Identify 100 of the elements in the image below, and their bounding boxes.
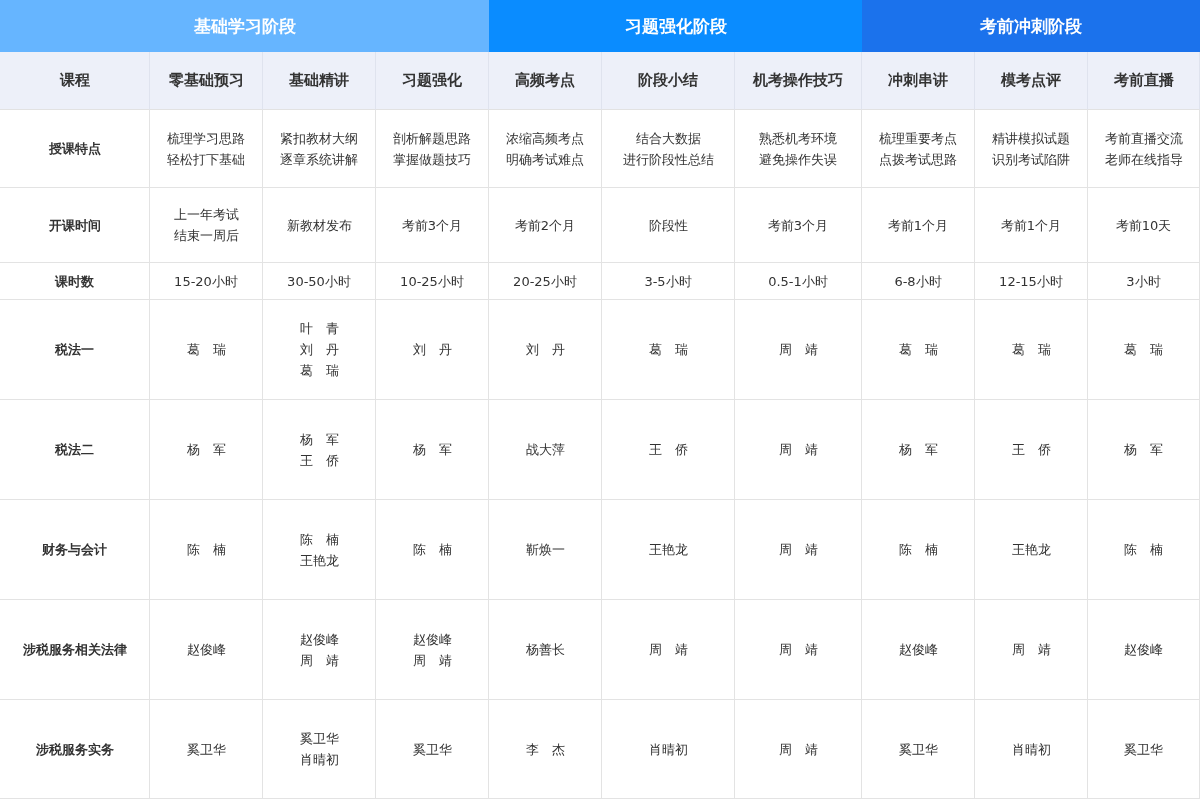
cell-text: 陈 楠 — [898, 541, 938, 559]
cell-text: 精讲模拟试题 — [992, 129, 1070, 148]
cell-text: 葛 瑞 — [186, 341, 226, 359]
cell-text: 考前3个月 — [767, 216, 829, 235]
cell-text: 杨 军 — [898, 441, 938, 459]
cell-text: 避免操作失误 — [759, 150, 837, 169]
cell-text: 识别考试陷阱 — [992, 150, 1070, 169]
cell-text: 逐章系统讲解 — [280, 150, 358, 169]
cell-text: 赵俊峰 — [412, 630, 452, 649]
cell-text: 陈 楠 — [299, 530, 339, 549]
cell-text: 肖晴初 — [299, 751, 339, 769]
cell-text: 结合大数据 — [635, 129, 701, 148]
cell-text: 10-25小时 — [400, 272, 464, 291]
cell-text: 周 靖 — [778, 441, 818, 459]
cell-text: 奚卫华 — [299, 730, 339, 748]
cell-text: 结束一周后 — [173, 227, 239, 245]
cell-text: 3小时 — [1126, 272, 1161, 291]
row-label: 课时数 — [0, 263, 150, 300]
column-header: 模考点评 — [975, 52, 1088, 110]
cell-text: 王 侨 — [299, 451, 339, 470]
cell-text: 周 靖 — [778, 541, 818, 559]
cell-text: 葛 瑞 — [648, 341, 688, 359]
cell-text: 考前1个月 — [887, 216, 949, 235]
cell-text: 陈 楠 — [412, 541, 452, 559]
cell-text: 赵俊峰 — [898, 641, 938, 659]
column-header: 课程 — [0, 52, 150, 110]
cell-text: 考前3个月 — [401, 216, 463, 235]
cell-text: 周 靖 — [778, 341, 818, 359]
cell-text: 奚卫华 — [186, 740, 226, 759]
row-label: 财务与会计 — [0, 500, 150, 600]
cell-text: 杨善长 — [525, 641, 565, 659]
cell-text: 葛 瑞 — [1124, 341, 1163, 359]
cell-text: 进行阶段性总结 — [622, 150, 714, 169]
cell-text: 葛 瑞 — [898, 341, 938, 359]
cell-text: 3-5小时 — [644, 272, 692, 291]
cell-text: 梳理学习思路 — [167, 129, 245, 148]
cell-text: 周 靖 — [1011, 641, 1051, 659]
cell-text: 战大萍 — [525, 441, 565, 459]
cell-text: 刘 丹 — [412, 341, 452, 359]
cell-text: 周 靖 — [299, 651, 339, 670]
column-header: 考前直播 — [1088, 52, 1200, 110]
column-header: 高频考点 — [489, 52, 602, 110]
row-label: 授课特点 — [0, 110, 150, 188]
cell-text: 李 杰 — [525, 740, 565, 759]
cell-text: 王 侨 — [648, 441, 688, 459]
column-header: 零基础预习 — [150, 52, 263, 110]
row-label: 税法一 — [0, 300, 150, 400]
cell-text: 奚卫华 — [1124, 740, 1163, 759]
row-label: 税法二 — [0, 400, 150, 500]
cell-text: 明确考试难点 — [506, 150, 584, 169]
cell-text: 赵俊峰 — [1124, 641, 1163, 659]
cell-text: 刘 丹 — [525, 341, 565, 359]
cell-text: 15-20小时 — [174, 272, 238, 291]
cell-text: 剖析解题思路 — [393, 129, 471, 148]
cell-text: 紧扣教材大纲 — [280, 129, 358, 148]
cell-text: 梳理重要考点 — [879, 129, 957, 148]
cell-text: 奚卫华 — [412, 740, 452, 759]
cell-text: 王艳龙 — [299, 551, 339, 570]
cell-text: 轻松打下基础 — [167, 150, 245, 169]
cell-text: 葛 瑞 — [299, 362, 339, 380]
column-header: 基础精讲 — [263, 52, 376, 110]
cell-text: 杨 军 — [1124, 441, 1163, 459]
cell-text: 陈 楠 — [186, 541, 226, 559]
cell-text: 老师在线指导 — [1104, 150, 1183, 169]
cell-text: 奚卫华 — [898, 740, 938, 759]
cell-text: 考前2个月 — [514, 216, 576, 235]
cell-text: 周 靖 — [412, 651, 452, 670]
cell-text: 赵俊峰 — [186, 641, 226, 659]
phase-header: 习题强化阶段 — [489, 0, 862, 52]
cell-text: 葛 瑞 — [1011, 341, 1051, 359]
column-header: 习题强化 — [376, 52, 489, 110]
cell-text: 杨 军 — [299, 430, 339, 449]
cell-text: 王艳龙 — [1011, 541, 1051, 559]
phase-header: 考前冲刺阶段 — [862, 0, 1200, 52]
cell-text: 王 侨 — [1011, 441, 1051, 459]
cell-text: 考前10天 — [1115, 216, 1172, 235]
cell-text: 赵俊峰 — [299, 630, 339, 649]
cell-text: 周 靖 — [648, 641, 688, 659]
cell-text: 20-25小时 — [513, 272, 577, 291]
cell-text: 6-8小时 — [894, 272, 942, 291]
cell-text: 熟悉机考环境 — [759, 129, 837, 148]
column-header: 机考操作技巧 — [735, 52, 862, 110]
cell-text: 王艳龙 — [648, 541, 688, 559]
cell-text: 杨 军 — [412, 441, 452, 459]
cell-text: 0.5-1小时 — [768, 272, 828, 291]
column-header: 阶段小结 — [602, 52, 735, 110]
cell-text: 阶段性 — [648, 216, 688, 235]
cell-text: 上一年考试 — [173, 206, 239, 224]
cell-text: 30-50小时 — [287, 272, 351, 291]
column-header: 冲刺串讲 — [862, 52, 975, 110]
row-label: 涉税服务实务 — [0, 700, 150, 799]
cell-text: 叶 青 — [299, 320, 339, 338]
cell-text: 点拨考试思路 — [879, 150, 957, 169]
cell-text: 陈 楠 — [1124, 541, 1163, 559]
phase-header: 基础学习阶段 — [0, 0, 489, 52]
cell-text: 周 靖 — [778, 641, 818, 659]
cell-text: 新教材发布 — [286, 216, 352, 235]
cell-text: 考前1个月 — [1000, 216, 1062, 235]
cell-text: 肖晴初 — [648, 740, 688, 759]
cell-text: 掌握做题技巧 — [393, 150, 471, 169]
